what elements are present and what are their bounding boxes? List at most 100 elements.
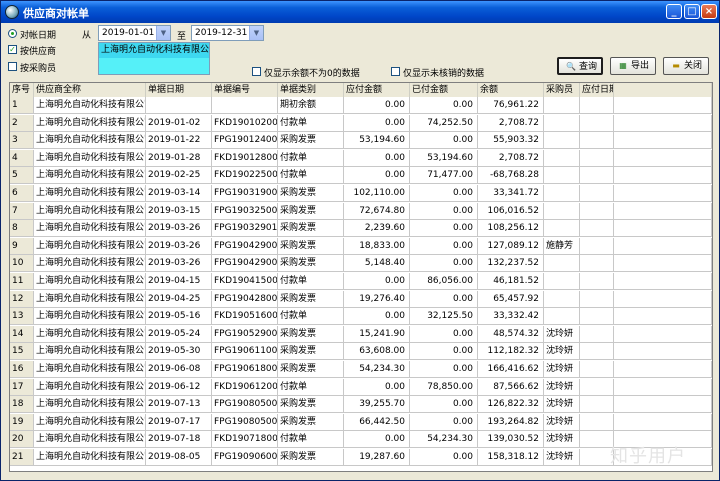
cell-balance[interactable]: 139,030.52 <box>478 431 544 449</box>
cell-doc-no[interactable]: FKD190718004 <box>212 431 278 449</box>
cell-paid[interactable]: 0.00 <box>410 396 478 414</box>
cell-doc-no[interactable]: FKD190128001 <box>212 149 278 167</box>
cell-date[interactable]: 2019-07-18 <box>146 431 212 449</box>
chevron-down-icon[interactable]: ▼ <box>156 26 170 40</box>
cell-balance[interactable]: 127,089.12 <box>478 237 544 255</box>
header-col-payable[interactable]: 应付金额 <box>344 83 410 97</box>
cell-balance[interactable]: -68,768.28 <box>478 167 544 185</box>
cell-supplier[interactable]: 上海明允自动化科技有限公司 <box>34 185 146 202</box>
header-col-doc-type[interactable]: 单据类别 <box>278 83 344 97</box>
cell-index[interactable]: 9 <box>10 237 34 255</box>
cell-buyer[interactable] <box>544 167 580 185</box>
cell-date[interactable]: 2019-01-22 <box>146 132 212 150</box>
cell-index[interactable]: 21 <box>10 449 34 466</box>
cell-index[interactable]: 7 <box>10 202 34 220</box>
cell-supplier[interactable]: 上海明允自动化科技有限公司 <box>34 220 146 238</box>
cell-buyer[interactable] <box>544 202 580 220</box>
cell-buyer[interactable]: 沈玲妍 <box>544 449 580 466</box>
cell-supplier[interactable]: 上海明允自动化科技有限公司 <box>34 202 146 220</box>
cell-date[interactable]: 2019-03-26 <box>146 220 212 238</box>
cell-date[interactable]: 2019-02-25 <box>146 167 212 185</box>
cell-balance[interactable]: 108,256.12 <box>478 220 544 238</box>
cell-doc-type[interactable]: 付款单 <box>278 149 344 167</box>
cell-doc-no[interactable]: FPG190124002 <box>212 132 278 150</box>
table-row[interactable]: 5 上海明允自动化科技有限公司 2019-02-25 FKD190225001 付款单 0… <box>10 167 712 185</box>
cell-due-date[interactable] <box>580 185 614 202</box>
cell-due-date[interactable] <box>580 202 614 220</box>
cell-supplier[interactable]: 上海明允自动化科技有限公司 <box>34 97 146 114</box>
query-button[interactable]: 🔍 查询 <box>557 57 603 75</box>
cell-balance[interactable]: 48,574.32 <box>478 325 544 343</box>
cell-doc-no[interactable]: FKD190102003 <box>212 114 278 132</box>
cell-balance[interactable]: 87,566.62 <box>478 378 544 396</box>
cell-doc-type[interactable]: 采购发票 <box>278 449 344 466</box>
cell-date[interactable]: 2019-05-16 <box>146 308 212 326</box>
cell-doc-no[interactable]: FPG190319007 <box>212 185 278 202</box>
cell-supplier[interactable]: 上海明允自动化科技有限公司 <box>34 255 146 273</box>
supplier-selected-value[interactable]: 上海明允自动化科技有限公司 <box>99 43 209 58</box>
cell-payable[interactable]: 18,833.00 <box>344 237 410 255</box>
cell-payable[interactable]: 66,442.50 <box>344 413 410 431</box>
cell-doc-type[interactable]: 付款单 <box>278 167 344 185</box>
table-row[interactable]: 9 上海明允自动化科技有限公司 2019-03-26 FPG190429001 采购发票… <box>10 237 712 255</box>
cell-balance[interactable]: 2,708.72 <box>478 149 544 167</box>
cell-payable[interactable]: 2,239.60 <box>344 220 410 238</box>
cell-buyer[interactable] <box>544 273 580 290</box>
cell-doc-type[interactable]: 付款单 <box>278 431 344 449</box>
cell-buyer[interactable] <box>544 149 580 167</box>
cell-payable[interactable]: 0.00 <box>344 97 410 114</box>
cell-paid[interactable]: 32,125.50 <box>410 308 478 326</box>
cell-date[interactable]: 2019-01-28 <box>146 149 212 167</box>
cell-buyer[interactable] <box>544 185 580 202</box>
cell-buyer[interactable]: 沈玲妍 <box>544 325 580 343</box>
table-row[interactable]: 8 上海明允自动化科技有限公司 2019-03-26 FPG190329013 采购发票… <box>10 220 712 238</box>
cell-paid[interactable]: 0.00 <box>410 290 478 308</box>
table-row[interactable]: 15 上海明允自动化科技有限公司 2019-05-30 FPG190611002 采购发… <box>10 343 712 361</box>
cell-payable[interactable]: 54,234.30 <box>344 361 410 378</box>
cell-due-date[interactable] <box>580 378 614 396</box>
cell-buyer[interactable]: 沈玲妍 <box>544 431 580 449</box>
cell-index[interactable]: 2 <box>10 114 34 132</box>
cell-balance[interactable]: 76,961.22 <box>478 97 544 114</box>
cell-doc-no[interactable]: FPG190329013 <box>212 220 278 238</box>
cell-due-date[interactable] <box>580 149 614 167</box>
cell-doc-no[interactable]: FKD190612003 <box>212 378 278 396</box>
cell-doc-type[interactable]: 付款单 <box>278 114 344 132</box>
cell-doc-no[interactable]: FPG190618001 <box>212 361 278 378</box>
cell-balance[interactable]: 46,181.52 <box>478 273 544 290</box>
cell-payable[interactable]: 19,287.60 <box>344 449 410 466</box>
header-col-supplier[interactable]: 供应商全称 <box>34 83 146 97</box>
cell-date[interactable]: 2019-03-26 <box>146 255 212 273</box>
cell-doc-type[interactable]: 采购发票 <box>278 202 344 220</box>
table-row[interactable]: 11 上海明允自动化科技有限公司 2019-04-15 FKD190415001 付款单… <box>10 273 712 290</box>
cell-balance[interactable]: 126,822.32 <box>478 396 544 414</box>
cell-payable[interactable]: 0.00 <box>344 273 410 290</box>
cell-doc-type[interactable]: 采购发票 <box>278 396 344 414</box>
title-bar[interactable]: 供应商对帐单 _ □ × <box>1 1 719 23</box>
table-row[interactable]: 18 上海明允自动化科技有限公司 2019-07-13 FPG190805002 采购发… <box>10 396 712 414</box>
cell-due-date[interactable] <box>580 273 614 290</box>
header-col-balance[interactable]: 余额 <box>478 83 544 97</box>
cell-paid[interactable]: 86,056.00 <box>410 273 478 290</box>
cell-supplier[interactable]: 上海明允自动化科技有限公司 <box>34 132 146 150</box>
cell-payable[interactable]: 15,241.90 <box>344 325 410 343</box>
cell-buyer[interactable] <box>544 308 580 326</box>
cell-date[interactable] <box>146 97 212 114</box>
cell-supplier[interactable]: 上海明允自动化科技有限公司 <box>34 361 146 378</box>
cell-buyer[interactable]: 沈玲妍 <box>544 361 580 378</box>
cell-paid[interactable]: 0.00 <box>410 97 478 114</box>
cell-date[interactable]: 2019-07-17 <box>146 413 212 431</box>
cell-paid[interactable]: 0.00 <box>410 185 478 202</box>
show-unverified-checkbox[interactable] <box>391 67 400 76</box>
cell-paid[interactable]: 74,252.50 <box>410 114 478 132</box>
cell-date[interactable]: 2019-03-26 <box>146 237 212 255</box>
cell-buyer[interactable] <box>544 255 580 273</box>
cell-supplier[interactable]: 上海明允自动化科技有限公司 <box>34 167 146 185</box>
cell-doc-no[interactable]: FPG190429002 <box>212 255 278 273</box>
cell-paid[interactable]: 0.00 <box>410 325 478 343</box>
cell-due-date[interactable] <box>580 431 614 449</box>
cell-supplier[interactable]: 上海明允自动化科技有限公司 <box>34 308 146 326</box>
cell-payable[interactable]: 63,608.00 <box>344 343 410 361</box>
cell-buyer[interactable] <box>544 132 580 150</box>
cell-date[interactable]: 2019-04-15 <box>146 273 212 290</box>
